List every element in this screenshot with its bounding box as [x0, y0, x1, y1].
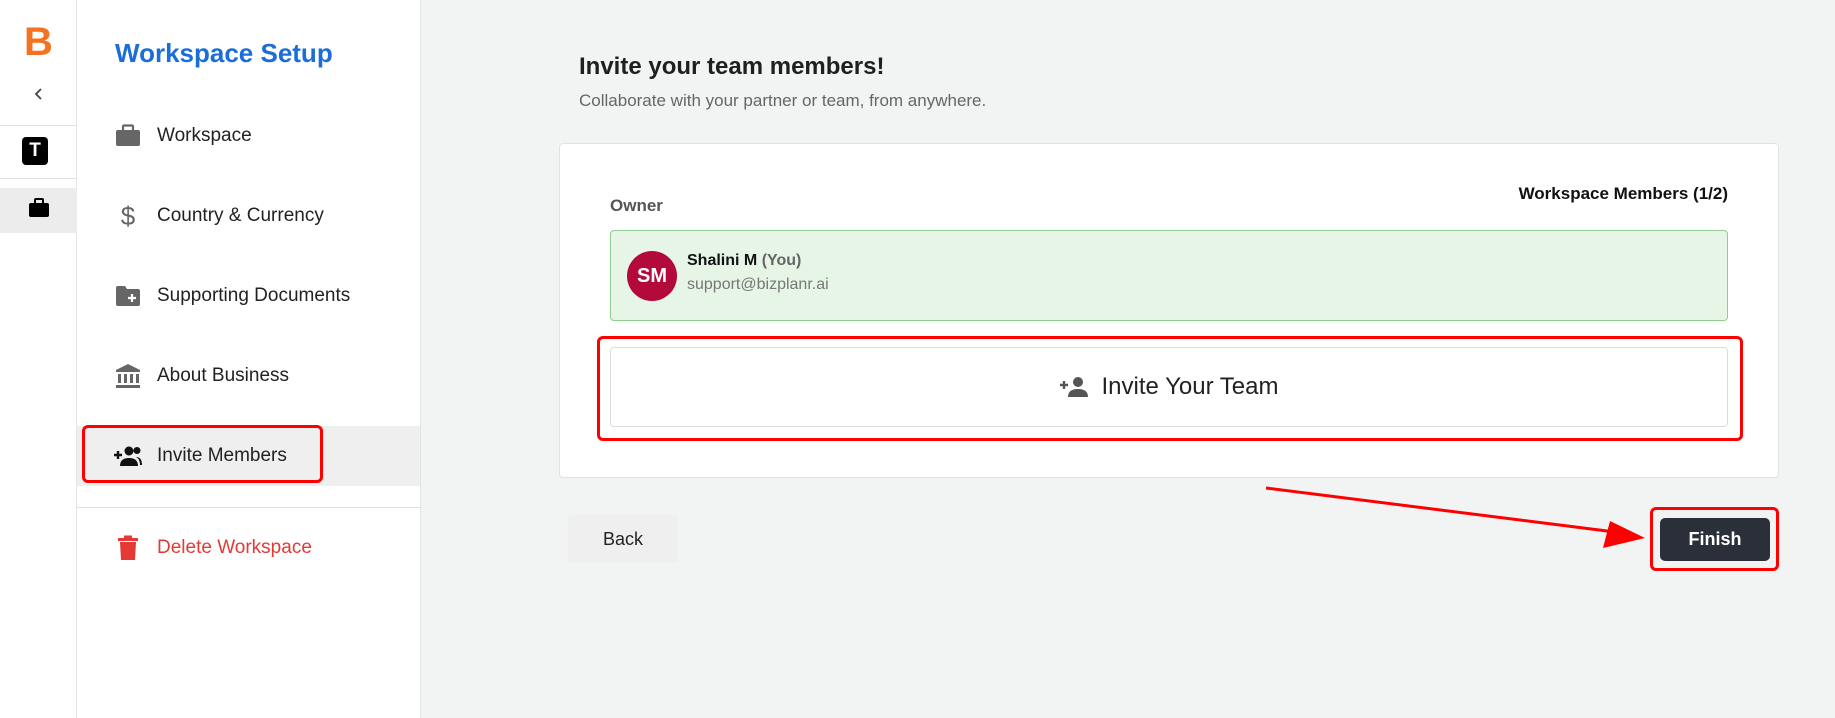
sidebar-item-label: About Business — [157, 365, 290, 386]
owner-name-line: Shalini M (You) — [687, 252, 801, 270]
back-button[interactable]: Back — [568, 515, 678, 563]
trash-icon — [113, 533, 143, 563]
sidebar-item-label: Delete Workspace — [157, 537, 312, 558]
rail-item-workspace[interactable] — [0, 188, 77, 233]
briefcase-icon — [113, 121, 143, 151]
sidebar-item-label: Invite Members — [157, 445, 287, 466]
sidebar-item-label: Supporting Documents — [157, 285, 351, 306]
app-logo[interactable]: B — [0, 18, 77, 66]
sidebar-item-country-currency[interactable]: $ Country & Currency — [77, 186, 420, 246]
chevron-left-icon — [32, 87, 46, 106]
avatar: SM — [627, 251, 677, 301]
app-rail: B T — [0, 0, 77, 718]
sidebar-item-label: Country & Currency — [157, 205, 324, 226]
page-title: Invite your team members! — [579, 53, 885, 80]
you-tag: (You) — [761, 252, 802, 269]
settings-sidebar: Workspace Setup Workspace $ Country & Cu… — [77, 0, 421, 718]
owner-name: Shalini M — [687, 252, 758, 269]
sidebar-item-workspace[interactable]: Workspace — [77, 106, 420, 166]
sidebar-item-about-business[interactable]: About Business — [77, 346, 420, 406]
page-subtitle: Collaborate with your partner or team, f… — [579, 91, 987, 110]
invite-team-label: Invite Your Team — [1101, 373, 1279, 400]
person-add-icon — [1059, 376, 1089, 398]
rail-divider — [0, 125, 77, 126]
owner-member-row: SM Shalini M (You) support@bizplanr.ai — [610, 230, 1728, 321]
owner-label: Owner — [610, 196, 663, 215]
folder-add-icon — [113, 281, 143, 311]
sidebar-title: Workspace Setup — [115, 38, 333, 68]
invite-team-button[interactable]: Invite Your Team — [610, 347, 1728, 427]
owner-email: support@bizplanr.ai — [687, 276, 829, 293]
sidebar-item-supporting-documents[interactable]: Supporting Documents — [77, 266, 420, 326]
finish-button[interactable]: Finish — [1660, 518, 1770, 561]
dollar-icon: $ — [120, 200, 136, 231]
sidebar-item-invite-members[interactable]: Invite Members — [77, 426, 420, 486]
members-count: Workspace Members (1/2) — [1518, 184, 1728, 203]
sidebar-item-delete-workspace[interactable]: Delete Workspace — [77, 518, 420, 578]
group-add-icon — [113, 441, 143, 471]
sidebar-item-label: Workspace — [157, 125, 252, 146]
rail-divider — [0, 178, 77, 179]
sidebar-divider — [77, 507, 420, 508]
collapse-sidebar-button[interactable] — [0, 82, 77, 110]
workspace-avatar[interactable]: T — [22, 137, 48, 165]
briefcase-icon — [28, 198, 50, 223]
bank-icon — [113, 361, 143, 391]
